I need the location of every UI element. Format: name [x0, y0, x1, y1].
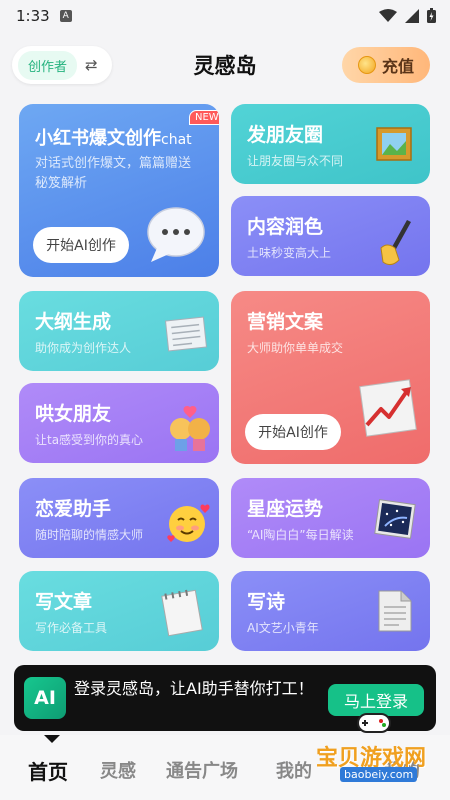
chat-bubble-icon [147, 207, 205, 262]
card-title: 写诗 [247, 591, 286, 613]
card-title: 恋爱助手 [35, 498, 112, 520]
signal-icon [405, 8, 419, 23]
picture-frame-icon [376, 127, 412, 161]
coin-icon [357, 56, 376, 74]
card-title: 营销文案 [247, 311, 324, 333]
watermark-url: baobeiy.com [340, 767, 418, 782]
header: 创作者 ⇄ 灵感岛 充值 [0, 44, 450, 88]
nav-inspiration[interactable]: 灵感 [100, 757, 136, 783]
battery-icon [427, 8, 436, 23]
card-outline[interactable]: 大纲生成 助你成为创作达人 [19, 291, 219, 371]
trend-chart-icon [359, 379, 417, 437]
status-icons [379, 8, 436, 23]
card-marketing[interactable]: 营销文案 大师助你单单成交 开始AI创作 [231, 291, 430, 464]
card-subtitle: 对话式创作爆文，篇篇赠送秘笈解析 [35, 156, 192, 191]
card-coax-girlfriend[interactable]: 哄女朋友 让ta感受到你的真心 [19, 383, 219, 463]
gamepad-icon [357, 713, 391, 733]
card-subtitle: 大师助你单单成交 [247, 341, 344, 355]
nav-notice-square[interactable]: 通告广场 [166, 757, 238, 783]
card-title: 小红书爆文创作chat [35, 128, 192, 149]
login-prompt-text: 登录灵感岛，让AI助手替你打工！ [74, 679, 314, 698]
card-write-article[interactable]: 写文章 写作必备工具 [19, 571, 219, 651]
new-badge: NEW [189, 110, 219, 125]
notification-icon: A [59, 10, 72, 22]
status-bar: 1:33 A [0, 0, 450, 32]
card-subtitle: 土味秒变高大上 [247, 246, 332, 260]
night-sky-icon [374, 499, 416, 539]
smiling-hearts-icon [167, 504, 210, 542]
card-title: 哄女朋友 [35, 403, 112, 425]
document-icon [378, 590, 412, 632]
card-title: 内容润色 [247, 216, 324, 238]
nav-home[interactable]: 首页 [28, 756, 68, 785]
start-ai-button[interactable]: 开始AI创作 [245, 414, 341, 450]
start-ai-button[interactable]: 开始AI创作 [33, 227, 129, 263]
watermark: 宝贝游戏网 baobeiy.com [292, 700, 442, 790]
ai-logo: AI [24, 677, 66, 719]
recharge-label: 充值 [381, 57, 414, 76]
card-subtitle: 助你成为创作达人 [35, 341, 132, 355]
recharge-button[interactable]: 充值 [342, 47, 430, 83]
couple-kiss-icon [170, 405, 210, 451]
newspaper-icon [164, 316, 208, 352]
card-xiaohongshu[interactable]: 小红书爆文创作chat NEW 对话式创作爆文，篇篇赠送秘笈解析 开始AI创作 [19, 104, 219, 277]
card-title: 大纲生成 [35, 311, 112, 333]
card-title: 写文章 [35, 591, 93, 613]
card-love-assistant[interactable]: 恋爱助手 随时陪聊的情感大师 [19, 478, 219, 558]
card-subtitle: 让ta感受到你的真心 [35, 433, 144, 447]
card-subtitle: 随时陪聊的情感大师 [35, 528, 144, 542]
card-subtitle: 让朋友圈与众不同 [247, 154, 344, 168]
card-subtitle: AI文艺小青年 [247, 621, 319, 635]
card-title: 发朋友圈 [247, 124, 324, 146]
wifi-icon [379, 8, 397, 22]
writing-hand-icon [380, 220, 411, 266]
card-polish[interactable]: 内容润色 土味秒变高大上 [231, 196, 430, 276]
card-horoscope[interactable]: 星座运势 “AI陶白白”每日解读 [231, 478, 430, 558]
status-time: 1:33 [16, 7, 50, 25]
card-moments[interactable]: 发朋友圈 让朋友圈与众不同 [231, 104, 430, 184]
nav-active-indicator [44, 735, 60, 743]
notepad-icon [161, 589, 203, 637]
card-title: 星座运势 [247, 498, 324, 520]
card-subtitle: “AI陶白白”每日解读 [247, 528, 354, 542]
card-write-poem[interactable]: 写诗 AI文艺小青年 [231, 571, 430, 651]
card-subtitle: 写作必备工具 [35, 621, 108, 635]
